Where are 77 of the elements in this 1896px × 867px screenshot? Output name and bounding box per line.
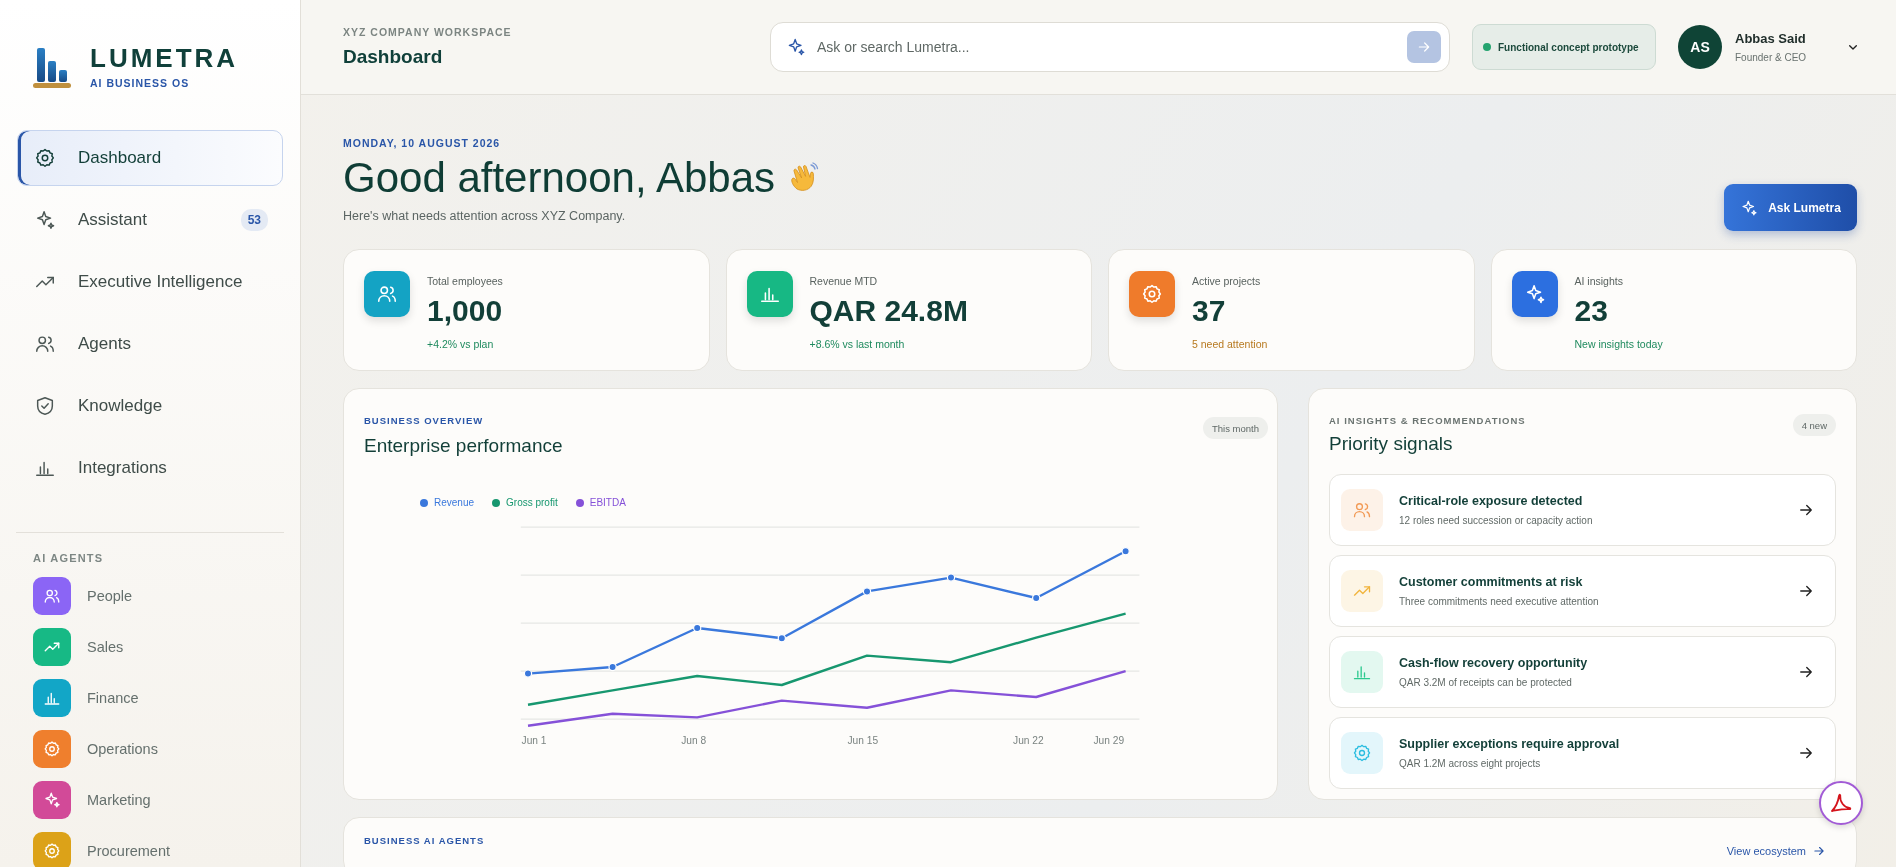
axis-label: Jun 29 bbox=[1093, 735, 1125, 746]
agent-item[interactable]: Operations bbox=[33, 730, 300, 768]
nav-item[interactable]: Executive Intelligence bbox=[17, 254, 283, 310]
stat-value: 1,000 bbox=[427, 294, 503, 329]
status-dot bbox=[1483, 43, 1491, 51]
signal-detail: QAR 1.2M across eight projects bbox=[1399, 758, 1542, 770]
card-title: Priority signals bbox=[1329, 433, 1454, 456]
nav-item[interactable]: Knowledge bbox=[17, 378, 283, 434]
signal-title: Supplier exceptions require approval bbox=[1399, 737, 1621, 752]
signal-item[interactable]: Cash-flow recovery opportunity QAR 3.2M of receipts can be protected bbox=[1329, 636, 1836, 709]
agent-item[interactable]: Procurement bbox=[33, 832, 300, 867]
axis-label: Jun 15 bbox=[847, 735, 879, 746]
nav-item[interactable]: Integrations bbox=[17, 440, 283, 496]
signal-title: Critical-role exposure detected bbox=[1399, 494, 1584, 509]
axis-label: Jun 1 bbox=[521, 735, 547, 746]
stat-value: 37 bbox=[1192, 294, 1227, 329]
nav-item[interactable]: Assistant 53 bbox=[17, 192, 283, 248]
signal-detail: 12 roles need succession or capacity action bbox=[1399, 515, 1594, 527]
logo-icon bbox=[33, 46, 73, 88]
greeting-subtitle: Here's what needs attention across XYZ Company. bbox=[343, 209, 627, 224]
stat-label: Total employees bbox=[427, 275, 503, 288]
card-eyebrow: AI INSIGHTS & RECOMMENDATIONS bbox=[1329, 415, 1526, 427]
avatar[interactable]: AS bbox=[1678, 25, 1722, 69]
greeting-title: Good afternoon, Abbas bbox=[343, 155, 775, 202]
signal-item[interactable]: Customer commitments at risk Three commitments need executive attention bbox=[1329, 555, 1836, 628]
stat-label: Revenue MTD bbox=[809, 275, 879, 288]
brand-name: LUMETRA bbox=[90, 45, 239, 71]
brand-tagline: AI BUSINESS OS bbox=[90, 77, 191, 89]
user-role: Founder & CEO bbox=[1735, 52, 1807, 63]
stat-value: 23 bbox=[1574, 294, 1609, 329]
nav-item[interactable]: Dashboard bbox=[17, 130, 283, 186]
user-name: Abbas Said bbox=[1735, 31, 1807, 46]
legend-label: Gross profit bbox=[506, 497, 558, 509]
stat-note: 5 need attention bbox=[1192, 338, 1268, 351]
status-label: Functional concept prototype bbox=[1498, 41, 1639, 53]
signal-item[interactable]: Critical-role exposure detected 12 roles need succession or capacity action bbox=[1329, 474, 1836, 547]
period-chip[interactable]: This month bbox=[1203, 417, 1268, 440]
signal-title: Customer commitments at risk bbox=[1399, 575, 1584, 590]
signal-title: Cash-flow recovery opportunity bbox=[1399, 656, 1589, 671]
sparkle-icon bbox=[1740, 198, 1759, 217]
legend-label: Revenue bbox=[434, 497, 475, 509]
ask-button[interactable]: Ask Lumetra bbox=[1724, 184, 1857, 232]
stat-note: +4.2% vs plan bbox=[427, 338, 495, 351]
people-icon bbox=[34, 333, 56, 355]
shield-icon bbox=[34, 395, 56, 417]
section-title: AI AGENTS bbox=[33, 552, 105, 564]
agent-item[interactable]: Marketing bbox=[33, 781, 300, 819]
card-title: Enterprise performance bbox=[364, 435, 563, 458]
swoosh-icon bbox=[1829, 791, 1853, 815]
agent-item[interactable]: Finance bbox=[33, 679, 300, 717]
nav-item[interactable]: Agents bbox=[17, 316, 283, 372]
stat-label: AI insights bbox=[1574, 275, 1624, 288]
agent-item[interactable]: Sales bbox=[33, 628, 300, 666]
gear-icon bbox=[34, 147, 56, 169]
agent-item[interactable]: People bbox=[33, 577, 300, 615]
axis-label: Jun 8 bbox=[681, 735, 707, 746]
workspace-label: XYZ COMPANY WORKSPACE bbox=[343, 26, 513, 38]
stat-value: QAR 24.8M bbox=[809, 294, 968, 329]
stat-note: New insights today bbox=[1574, 338, 1663, 351]
card-eyebrow: BUSINESS OVERVIEW bbox=[364, 415, 485, 427]
sparkle-icon bbox=[34, 209, 56, 231]
axis-label: Jun 22 bbox=[1013, 735, 1044, 746]
count-badge: 4 new bbox=[1792, 414, 1836, 437]
stat-label: Active projects bbox=[1192, 275, 1262, 288]
card-eyebrow: BUSINESS AI AGENTS bbox=[364, 835, 485, 849]
page-title: Dashboard bbox=[343, 46, 444, 68]
arrow-icon bbox=[1416, 39, 1432, 55]
sparkle-icon bbox=[786, 37, 806, 57]
signal-detail: QAR 3.2M of receipts can be protected bbox=[1399, 677, 1573, 689]
signal-item[interactable]: Supplier exceptions require approval QAR 1.2M across eight projects bbox=[1329, 717, 1836, 790]
search-field[interactable]: Ask or search Lumetra... bbox=[770, 22, 1450, 72]
legend-label: EBITDA bbox=[589, 497, 626, 509]
count-badge: 53 bbox=[240, 209, 268, 231]
view-link[interactable]: View ecosystem bbox=[1726, 844, 1826, 859]
stat-note: +8.6% vs last month bbox=[809, 338, 906, 351]
signal-detail: Three commitments need executive attention bbox=[1399, 596, 1600, 608]
date-label: MONDAY, 10 AUGUST 2026 bbox=[343, 137, 502, 149]
